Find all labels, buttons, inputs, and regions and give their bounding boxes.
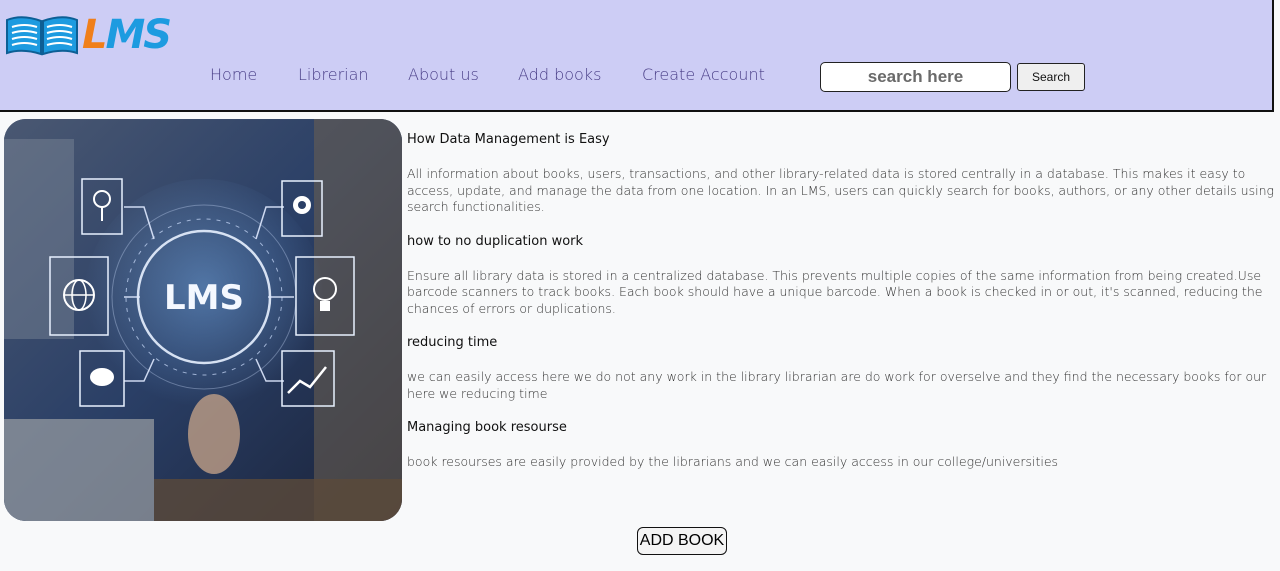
- nav-create-account[interactable]: Create Account: [642, 64, 765, 86]
- lms-logo[interactable]: LMS: [4, 12, 180, 58]
- section-body: All information about books, users, tran…: [407, 166, 1274, 214]
- section-body: Ensure all library data is stored in a c…: [407, 267, 1263, 316]
- hero-image: LMS: [4, 119, 402, 521]
- nav-home[interactable]: Home: [210, 64, 257, 86]
- nav-about-us[interactable]: About us: [408, 64, 479, 86]
- open-book-icon: [6, 16, 78, 56]
- nav-librerian[interactable]: Librerian: [298, 64, 369, 86]
- nav-add-books[interactable]: Add books: [518, 64, 601, 86]
- info-content: How Data Management is Easy All informat…: [407, 132, 1275, 471]
- section-heading: How Data Management is Easy: [407, 132, 610, 147]
- section-heading: reducing time: [407, 335, 498, 350]
- search-input[interactable]: [820, 62, 1011, 92]
- section-heading: how to no duplication work: [407, 233, 584, 249]
- logo-letter-l: L: [82, 12, 107, 58]
- logo-wordmark: LMS: [82, 8, 173, 62]
- hero-lms-text: LMS: [164, 278, 244, 318]
- section-body: we can easily access here we do not any …: [407, 369, 1267, 401]
- section-heading: Managing book resourse: [407, 420, 567, 435]
- logo-letters-ms: MS: [105, 12, 173, 58]
- section-body: book resourses are easily provided by th…: [407, 454, 1059, 469]
- add-book-button[interactable]: ADD BOOK: [637, 527, 727, 555]
- search-button[interactable]: Search: [1017, 63, 1085, 91]
- header-bar: LMS Home Librerian About us Add books Cr…: [0, 0, 1274, 112]
